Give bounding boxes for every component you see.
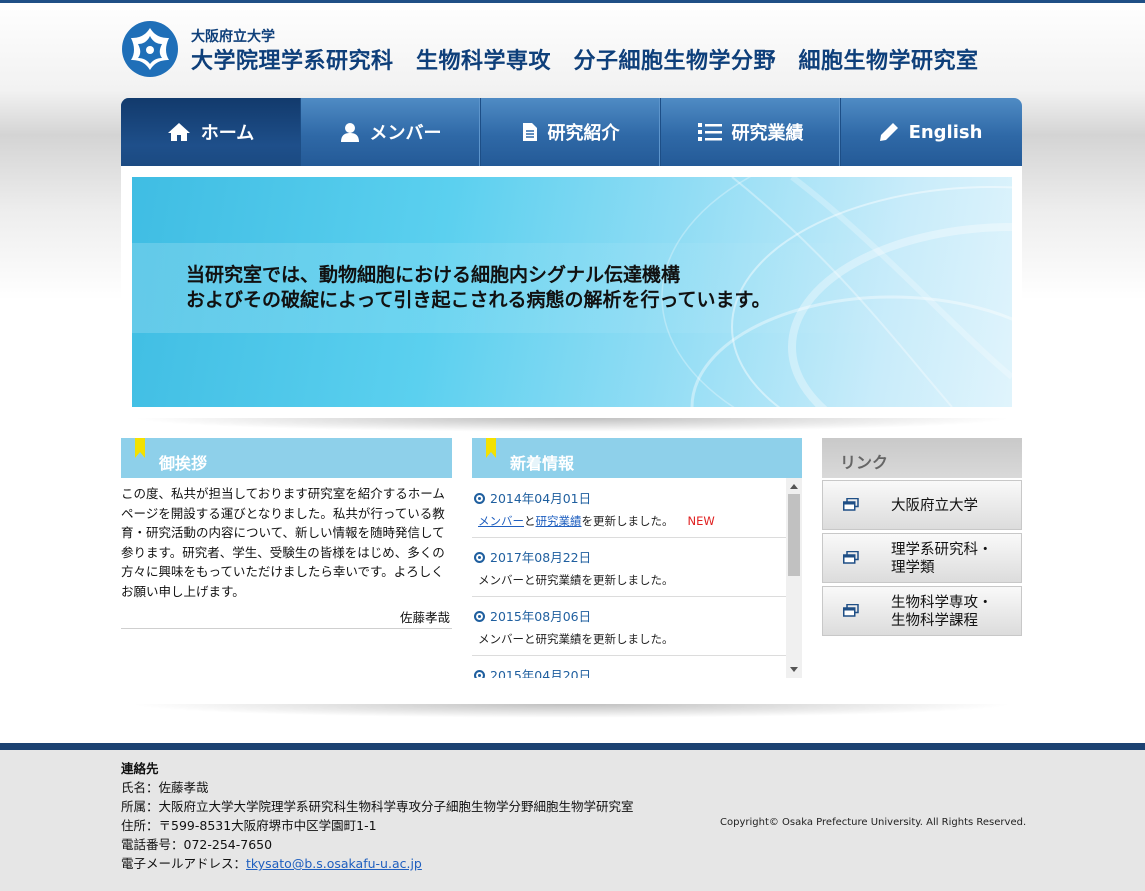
news-item: 2014年04月01日 メンバーと研究業績を更新しました。 NEW xyxy=(472,478,786,538)
greeting-divider xyxy=(121,628,452,629)
nav-research[interactable]: 研究紹介 xyxy=(481,98,661,166)
bookmark-icon xyxy=(135,438,145,458)
link-label: 生物科学専攻・ 生物科学課程 xyxy=(891,594,993,630)
links-title: リンク xyxy=(840,453,889,472)
greeting-signature: 佐藤孝哉 xyxy=(400,610,451,625)
university-logo-icon[interactable] xyxy=(121,20,179,78)
nav-members[interactable]: メンバー xyxy=(301,98,481,166)
link-label: 大阪府立大学 xyxy=(891,498,978,514)
nav-home[interactable]: ホーム xyxy=(121,98,301,166)
hero-line-2: およびその破綻によって引き起こされる病態の解析を行っています。 xyxy=(186,289,771,311)
top-border xyxy=(0,0,1145,3)
news-item: 2015年04月20日 xyxy=(472,655,786,678)
contact-title: 連絡先 xyxy=(121,761,159,776)
link-label-line-1: 生物科学専攻・ xyxy=(891,595,993,611)
link-osaka-prefecture-university[interactable]: 大阪府立大学 xyxy=(822,480,1022,530)
scroll-up-arrow-icon[interactable] xyxy=(790,484,798,489)
scroll-thumb[interactable] xyxy=(788,494,800,576)
contact-affiliation: 所属：大阪府立大学大学院理学系研究科生物科学専攻分子細胞生物学分野細胞生物学研究… xyxy=(121,799,634,814)
hero-banner: 当研究室では、動物細胞における細胞内シグナル伝達機構 およびその破綻によって引き… xyxy=(132,177,1012,407)
hero-text: 当研究室では、動物細胞における細胞内シグナル伝達機構 およびその破綻によって引き… xyxy=(186,263,771,313)
nav-publications-label: 研究業績 xyxy=(731,123,804,144)
news-date: 2015年08月06日 xyxy=(474,606,591,625)
nav-members-label: メンバー xyxy=(369,123,442,144)
footer-bar xyxy=(0,743,1145,750)
news-date: 2015年04月20日 xyxy=(474,665,591,678)
site-footer: 連絡先 氏名：佐藤孝哉 所属：大阪府立大学大学院理学系研究科生物科学専攻分子細胞… xyxy=(0,743,1145,891)
greeting-body: この度、私共が担当しております研究室を紹介するホームページを開設する運びとなりま… xyxy=(121,486,445,599)
news-text: メンバーと研究業績を更新しました。 NEW xyxy=(478,513,715,529)
nav-publications[interactable]: 研究業績 xyxy=(661,98,841,166)
news-text: メンバーと研究業績を更新しました。 xyxy=(478,632,674,646)
news-item: 2015年08月06日 メンバーと研究業績を更新しました。 xyxy=(472,596,786,656)
contact-info: 連絡先 氏名：佐藤孝哉 所属：大阪府立大学大学院理学系研究科生物科学専攻分子細胞… xyxy=(121,759,634,873)
link-label-line-1: 理学系研究科・ xyxy=(891,542,993,558)
user-icon xyxy=(340,122,360,142)
external-window-icon xyxy=(843,551,859,564)
news-title: 新着情報 xyxy=(510,454,575,473)
bookmark-icon xyxy=(486,438,496,458)
news-text-tail: を更新しました。 xyxy=(581,514,674,528)
contact-address: 住所：〒599-8531大阪府堺市中区学園町1-1 xyxy=(121,818,377,833)
content-shadow xyxy=(128,704,1016,718)
nav-home-label: ホーム xyxy=(200,123,255,144)
panel-shadow xyxy=(130,418,1015,432)
publications-link[interactable]: 研究業績 xyxy=(536,514,582,528)
news-text: メンバーと研究業績を更新しました。 xyxy=(478,573,674,587)
news-header: 新着情報 xyxy=(472,438,802,478)
scroll-down-arrow-icon[interactable] xyxy=(790,667,798,672)
link-label-line-2: 理学類 xyxy=(891,560,935,576)
external-window-icon xyxy=(843,498,859,511)
external-window-icon xyxy=(843,604,859,617)
list-icon xyxy=(697,122,722,142)
nav-research-label: 研究紹介 xyxy=(547,123,620,144)
news-item: 2017年08月22日 メンバーと研究業績を更新しました。 xyxy=(472,537,786,597)
site-header: 大阪府立大学 大学院理学系研究科 生物科学専攻 分子細胞生物学分野 細胞生物学研… xyxy=(121,18,1021,88)
news-list[interactable]: 2014年04月01日 メンバーと研究業績を更新しました。 NEW 2017年08… xyxy=(472,478,802,678)
contact-name: 氏名：佐藤孝哉 xyxy=(121,780,209,795)
contact-email-label: 電子メールアドレス： xyxy=(121,856,247,871)
new-badge: NEW xyxy=(687,514,715,528)
document-icon xyxy=(522,122,538,142)
nav-english-label: English xyxy=(908,121,983,143)
links-header: リンク xyxy=(822,438,1022,478)
link-graduate-school-of-science[interactable]: 理学系研究科・ 理学類 xyxy=(822,533,1022,583)
members-link[interactable]: メンバー xyxy=(478,514,524,528)
contact-email-row: 電子メールアドレス：tkysato@b.s.osakafu-u.ac.jp xyxy=(121,854,634,873)
copyright: Copyright© Osaka Prefecture University. … xyxy=(720,817,1027,828)
link-biological-science[interactable]: 生物科学専攻・ 生物科学課程 xyxy=(822,586,1022,636)
pencil-icon xyxy=(879,122,899,142)
news-date: 2014年04月01日 xyxy=(474,488,591,507)
news-text-mid: と xyxy=(524,514,536,528)
greeting-header: 御挨拶 xyxy=(121,438,452,478)
greeting-title: 御挨拶 xyxy=(159,454,208,473)
hero-line-1: 当研究室では、動物細胞における細胞内シグナル伝達機構 xyxy=(186,264,681,286)
page-title: 大学院理学系研究科 生物科学専攻 分子細胞生物学分野 細胞生物学研究室 xyxy=(191,49,979,74)
link-label-line-2: 生物科学課程 xyxy=(891,613,978,629)
news-date: 2017年08月22日 xyxy=(474,547,591,566)
email-link[interactable]: tkysato@b.s.osakafu-u.ac.jp xyxy=(246,856,422,871)
hero-panel: 当研究室では、動物細胞における細胞内シグナル伝達機構 およびその破綻によって引き… xyxy=(121,166,1022,418)
home-icon xyxy=(167,122,191,142)
news-scrollbar[interactable] xyxy=(786,478,802,678)
main-nav: ホーム メンバー 研究紹介 研究業績 English xyxy=(121,98,1022,166)
contact-phone: 電話番号：072-254-7650 xyxy=(121,837,273,852)
link-label: 理学系研究科・ 理学類 xyxy=(891,541,993,577)
nav-english[interactable]: English xyxy=(841,98,1020,166)
